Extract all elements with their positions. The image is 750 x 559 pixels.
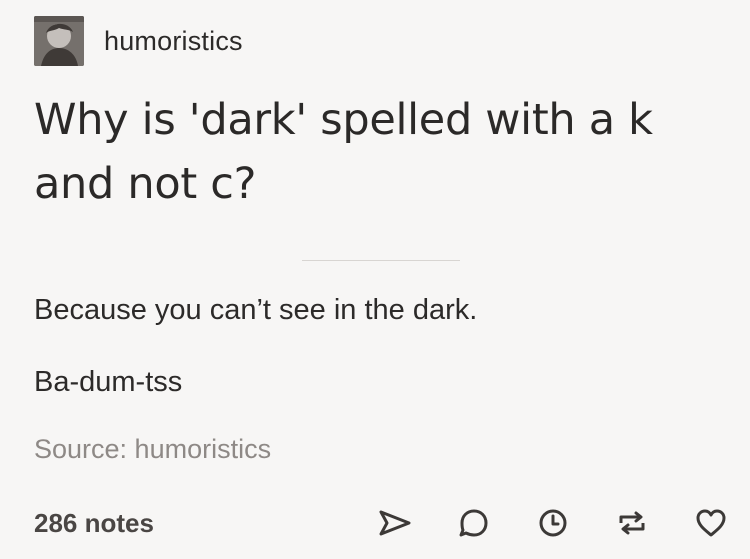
reblog-icon: [619, 511, 645, 535]
post-body-line: Ba-dum-tss: [34, 366, 183, 398]
post-title: Why is 'dark' spelled with a k and not c…: [34, 95, 653, 209]
post-body-line: Because you can’t see in the dark.: [34, 294, 478, 326]
reply-icon: [459, 509, 488, 537]
queue-icon: [539, 509, 567, 537]
like-icon: [696, 509, 726, 537]
post-actions: [335, 504, 730, 542]
title-divider: [302, 260, 460, 261]
reblog-button[interactable]: [613, 504, 651, 542]
post-username[interactable]: humoristics: [104, 26, 243, 57]
reply-button[interactable]: [455, 504, 493, 542]
queue-button[interactable]: [534, 504, 572, 542]
avatar-image: [34, 16, 84, 66]
notes-count[interactable]: 286 notes: [34, 508, 335, 539]
post-footer: 286 notes: [34, 496, 730, 550]
share-icon: [379, 510, 411, 536]
avatar[interactable]: [34, 16, 84, 66]
like-button[interactable]: [692, 504, 730, 542]
share-button[interactable]: [376, 504, 414, 542]
post-header: humoristics: [34, 14, 243, 68]
tumblr-post: humoristics Why is 'dark' spelled with a…: [0, 0, 750, 559]
post-source[interactable]: Source: humoristics: [34, 434, 271, 465]
